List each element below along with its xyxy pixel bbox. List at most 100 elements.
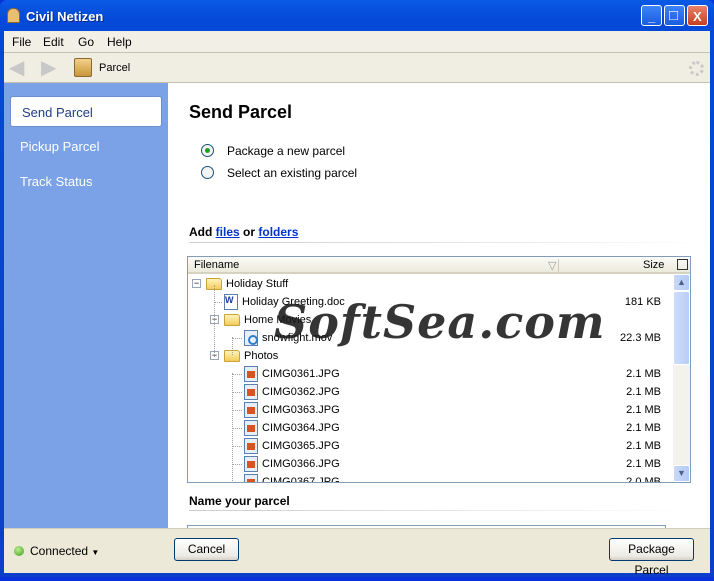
toolbar: ◀ ▶ Parcel <box>4 53 710 83</box>
file-name: snowfight.mov <box>262 332 333 344</box>
file-size: 2.1 MB <box>626 458 661 470</box>
scroll-down-icon[interactable]: ▼ <box>673 465 690 482</box>
file-name: Holiday Stuff <box>226 278 289 290</box>
maximize-icon: □ <box>669 7 679 24</box>
file-name: CIMG0361.JPG <box>262 368 340 380</box>
forward-arrow-icon[interactable]: ▶ <box>41 58 63 78</box>
table-row[interactable]: CIMG0366.JPG 2.1 MB <box>188 455 673 473</box>
tree-line <box>232 337 233 355</box>
footer: Connected ▼ Cancel Package Parcel <box>4 528 710 577</box>
connected-status-icon <box>14 546 24 556</box>
tree-line <box>232 374 242 375</box>
back-arrow-icon[interactable]: ◀ <box>9 58 31 78</box>
chevron-down-icon: ▼ <box>91 548 100 557</box>
minimize-icon: _ <box>648 9 656 24</box>
file-name: CIMG0363.JPG <box>262 404 340 416</box>
file-size: 181 KB <box>624 296 661 308</box>
sidebar: Send Parcel Pickup Parcel Track Status <box>4 83 168 528</box>
radio-existing-parcel-label[interactable]: Select an existing parcel <box>227 166 357 180</box>
column-divider[interactable] <box>558 259 559 272</box>
table-row[interactable]: CIMG0364.JPG 2.1 MB <box>188 419 673 437</box>
menu-go[interactable]: Go <box>78 35 94 49</box>
tree-line <box>232 428 242 429</box>
cancel-button[interactable]: Cancel <box>174 538 239 561</box>
menu-help[interactable]: Help <box>107 35 132 49</box>
column-picker-icon[interactable] <box>677 259 688 270</box>
table-row[interactable]: CIMG0363.JPG 2.1 MB <box>188 401 673 419</box>
jpg-file-icon <box>244 420 258 436</box>
jpg-file-icon <box>244 366 258 382</box>
divider <box>189 242 710 243</box>
table-row[interactable]: CIMG0362.JPG 2.1 MB <box>188 383 673 401</box>
file-size: 2.1 MB <box>626 404 661 416</box>
file-name: CIMG0366.JPG <box>262 458 340 470</box>
package-parcel-button[interactable]: Package Parcel <box>609 538 694 577</box>
location-label: Parcel <box>99 62 131 74</box>
jpg-file-icon <box>244 402 258 418</box>
tree-line <box>232 338 242 339</box>
close-icon: X <box>693 9 702 24</box>
tree-line <box>232 446 242 447</box>
radio-existing-parcel[interactable] <box>201 166 214 179</box>
tree-line <box>232 482 242 483</box>
file-name: Holiday Greeting.doc <box>242 296 345 308</box>
table-row[interactable]: Holiday Greeting.doc 181 KB <box>188 293 673 311</box>
maximize-button[interactable]: □ <box>664 5 685 26</box>
menu-edit[interactable]: Edit <box>43 35 64 49</box>
folder-icon <box>224 314 240 326</box>
close-button[interactable]: X <box>687 5 708 26</box>
parcel-icon <box>74 58 92 77</box>
sidebar-item-track-status[interactable]: Track Status <box>20 174 92 189</box>
table-row[interactable]: CIMG0365.JPG 2.1 MB <box>188 437 673 455</box>
or-label: or <box>243 225 256 239</box>
file-name: CIMG0362.JPG <box>262 386 340 398</box>
vertical-scrollbar[interactable]: ▲ ▼ <box>673 274 690 482</box>
file-size: 2.1 MB <box>626 368 661 380</box>
minimize-button[interactable]: _ <box>641 5 662 26</box>
menu-file[interactable]: File <box>12 35 31 49</box>
app-window: Civil Netizen _ □ X File Edit Go Help ◀ … <box>0 0 714 577</box>
file-name: Photos <box>244 350 279 362</box>
sidebar-item-pickup-parcel[interactable]: Pickup Parcel <box>20 139 99 154</box>
table-row[interactable]: CIMG0361.JPG 2.1 MB <box>188 365 673 383</box>
scroll-up-icon[interactable]: ▲ <box>673 274 690 291</box>
column-size[interactable]: Size <box>643 259 664 271</box>
tree-line <box>232 464 242 465</box>
scroll-thumb[interactable] <box>673 291 690 365</box>
divider <box>189 510 689 511</box>
main-panel: Send Parcel Package a new parcel Select … <box>168 83 710 543</box>
tree-line <box>232 392 242 393</box>
table-row[interactable]: snowfight.mov 22.3 MB <box>188 329 673 347</box>
add-files-line: Add files or folders <box>189 225 298 239</box>
tree-line <box>232 410 242 411</box>
sidebar-item-send-parcel[interactable]: Send Parcel <box>10 96 162 127</box>
tree-line <box>214 285 215 357</box>
title-bar[interactable]: Civil Netizen _ □ X <box>0 0 714 31</box>
activity-throbber-icon <box>689 61 704 76</box>
file-size: 2.1 MB <box>626 422 661 434</box>
add-files-link[interactable]: files <box>216 225 240 239</box>
column-filename[interactable]: Filename <box>194 259 239 271</box>
radio-new-parcel[interactable] <box>201 144 214 157</box>
file-size: 2.1 MB <box>626 440 661 452</box>
window-title: Civil Netizen <box>26 9 104 24</box>
jpg-file-icon <box>244 456 258 472</box>
tree-line <box>214 302 222 303</box>
connection-status: Connected <box>30 544 89 558</box>
table-row[interactable]: − Home Movies <box>188 311 673 329</box>
file-name: CIMG0365.JPG <box>262 440 340 452</box>
jpg-file-icon <box>244 438 258 454</box>
radio-new-parcel-label[interactable]: Package a new parcel <box>227 144 345 158</box>
collapse-icon[interactable]: − <box>192 279 201 288</box>
table-row[interactable]: − Photos <box>188 347 673 365</box>
file-tree[interactable]: Filename ▽ Size − Holiday Stuff Holiday Gr… <box>187 256 691 483</box>
table-row[interactable]: CIMG0367.JPG 2.0 MB <box>188 473 673 483</box>
table-row[interactable]: − Holiday Stuff <box>188 275 673 293</box>
file-name: CIMG0367.JPG <box>262 476 340 483</box>
sort-icon[interactable]: ▽ <box>548 259 556 272</box>
page-title: Send Parcel <box>189 102 293 122</box>
add-folders-link[interactable]: folders <box>258 225 298 239</box>
client-area: File Edit Go Help ◀ ▶ Parcel Send Parcel… <box>4 31 710 577</box>
tree-line <box>232 373 233 482</box>
connection-status-dropdown[interactable]: Connected ▼ <box>30 544 99 558</box>
